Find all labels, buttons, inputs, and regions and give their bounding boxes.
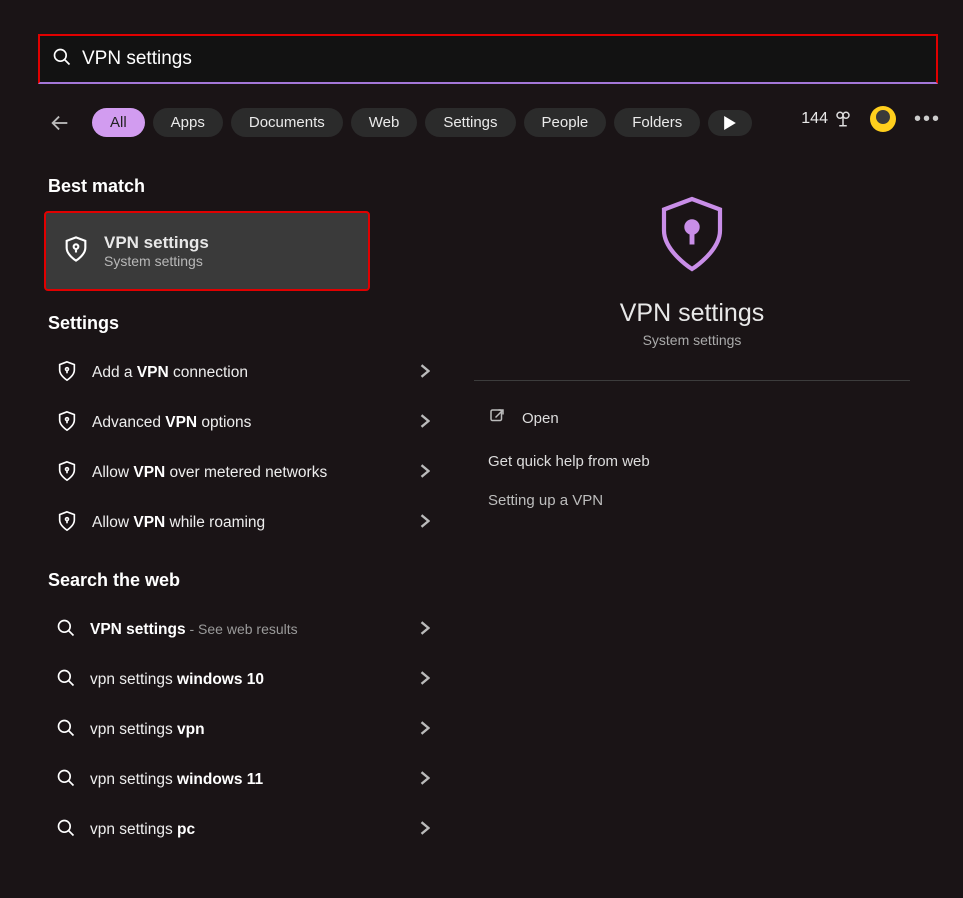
best-match-title: VPN settings (104, 233, 209, 253)
shield-lock-icon (56, 510, 78, 537)
back-button[interactable] (48, 111, 72, 135)
rewards-count: 144 (801, 110, 828, 128)
filter-folders[interactable]: Folders (614, 108, 700, 137)
filter-people[interactable]: People (524, 108, 607, 137)
web-result-vpn-settings[interactable]: VPN settings - See web results (44, 605, 442, 655)
quick-help-link[interactable]: Setting up a VPN (458, 476, 926, 513)
web-label: vpn settings windows 11 (90, 771, 406, 789)
play-button[interactable] (708, 110, 752, 136)
setting-label: Allow VPN over metered networks (92, 464, 406, 482)
user-avatar[interactable] (870, 106, 896, 132)
chevron-right-icon (420, 414, 430, 433)
shield-lock-icon (56, 360, 78, 387)
filter-row: All Apps Documents Web Settings People F… (48, 108, 752, 137)
web-label: vpn settings windows 10 (90, 671, 406, 689)
filter-all[interactable]: All (92, 108, 145, 137)
more-button[interactable]: ••• (914, 108, 941, 131)
web-label: vpn settings pc (90, 821, 406, 839)
search-icon (56, 818, 76, 843)
toolbar-right: 144 ••• (801, 106, 941, 132)
web-result-win10[interactable]: vpn settings windows 10 (44, 655, 442, 705)
web-label: VPN settings - See web results (90, 621, 406, 639)
search-icon (56, 768, 76, 793)
search-input[interactable] (82, 48, 924, 70)
best-match-subtitle: System settings (104, 253, 209, 269)
chevron-right-icon (420, 464, 430, 483)
search-icon (56, 668, 76, 693)
rewards-points[interactable]: 144 (801, 110, 852, 128)
web-result-win11[interactable]: vpn settings windows 11 (44, 755, 442, 805)
chevron-right-icon (420, 821, 430, 840)
open-icon (488, 407, 506, 429)
shield-lock-icon (62, 235, 90, 268)
setting-label: Allow VPN while roaming (92, 514, 406, 532)
chevron-right-icon (420, 364, 430, 383)
section-best-match: Best match (48, 176, 442, 197)
preview-header: VPN settings System settings (474, 166, 910, 381)
setting-label: Add a VPN connection (92, 364, 406, 382)
preview-subtitle: System settings (643, 332, 742, 348)
search-bar[interactable] (38, 34, 938, 84)
web-result-pc[interactable]: vpn settings pc (44, 805, 442, 855)
filter-documents[interactable]: Documents (231, 108, 343, 137)
chevron-right-icon (420, 514, 430, 533)
setting-label: Advanced VPN options (92, 414, 406, 432)
filter-web[interactable]: Web (351, 108, 418, 137)
setting-add-vpn[interactable]: Add a VPN connection (44, 348, 442, 398)
web-result-vpn[interactable]: vpn settings vpn (44, 705, 442, 755)
filter-apps[interactable]: Apps (153, 108, 223, 137)
chevron-right-icon (420, 621, 430, 640)
filter-settings[interactable]: Settings (425, 108, 515, 137)
results-panel: Best match VPN settings System settings … (44, 176, 442, 855)
search-icon (52, 47, 72, 72)
chevron-right-icon (420, 671, 430, 690)
web-label: vpn settings vpn (90, 721, 406, 739)
quick-help-header: Get quick help from web (458, 433, 926, 476)
chevron-right-icon (420, 771, 430, 790)
shield-lock-icon (56, 460, 78, 487)
search-icon (56, 718, 76, 743)
best-match-result[interactable]: VPN settings System settings (44, 211, 370, 291)
search-icon (56, 618, 76, 643)
preview-panel: VPN settings System settings Open Get qu… (458, 166, 926, 513)
setting-advanced-vpn[interactable]: Advanced VPN options (44, 398, 442, 448)
chevron-right-icon (420, 721, 430, 740)
open-label: Open (522, 410, 559, 427)
shield-lock-icon-large (650, 192, 734, 281)
rewards-icon (834, 110, 852, 128)
section-web: Search the web (48, 570, 442, 591)
section-settings: Settings (48, 313, 442, 334)
preview-title: VPN settings (620, 299, 765, 328)
setting-vpn-metered[interactable]: Allow VPN over metered networks (44, 448, 442, 498)
open-action[interactable]: Open (458, 381, 926, 433)
shield-lock-icon (56, 410, 78, 437)
setting-vpn-roaming[interactable]: Allow VPN while roaming (44, 498, 442, 548)
